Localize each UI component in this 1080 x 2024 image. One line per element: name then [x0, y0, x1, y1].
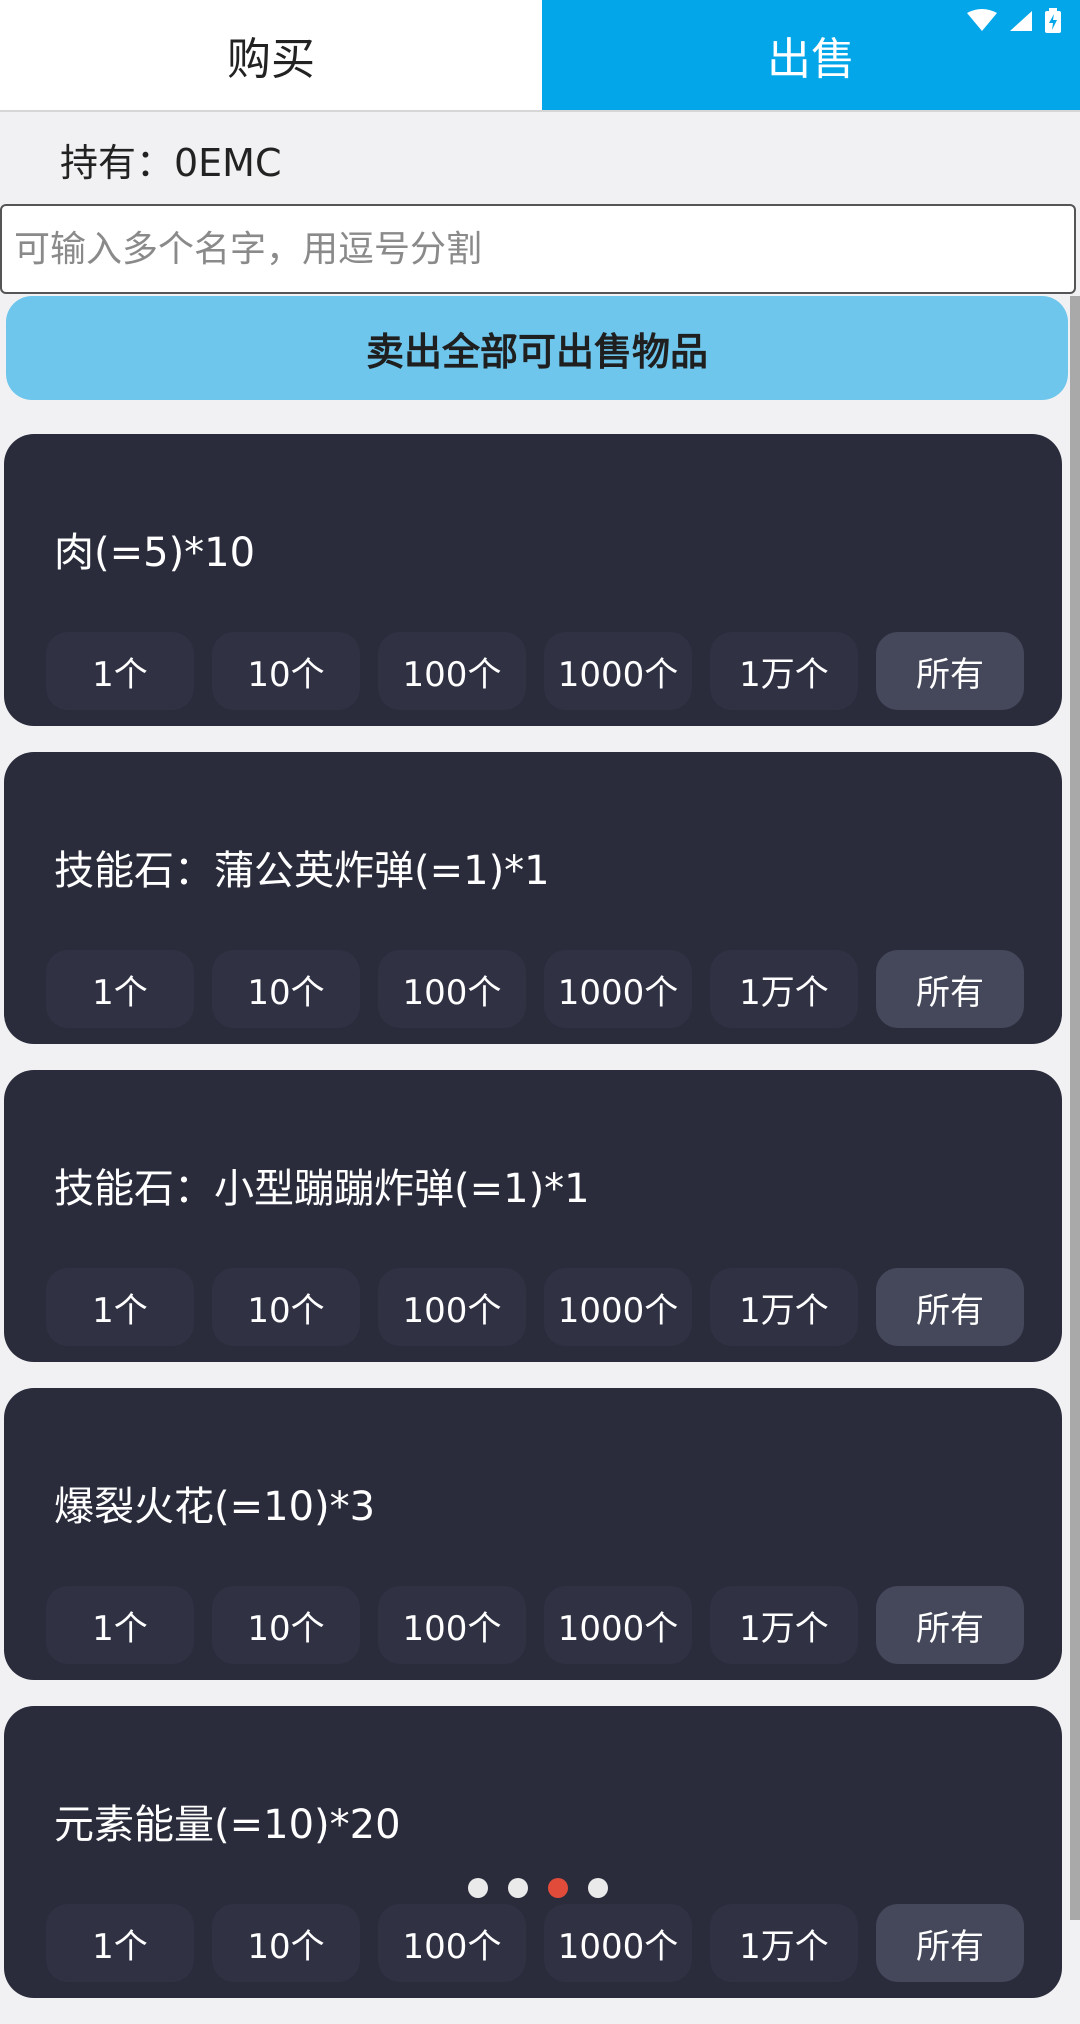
scrollbar[interactable] [1070, 296, 1080, 1920]
sell-quantity-button[interactable]: 1万个 [710, 632, 858, 710]
sell-quantity-button[interactable]: 100个 [378, 632, 526, 710]
tab-buy[interactable]: 购买 [0, 0, 542, 110]
sell-all-quantity-button[interactable]: 所有 [876, 632, 1024, 710]
sell-all-quantity-button[interactable]: 所有 [876, 1904, 1024, 1982]
signal-icon [1010, 11, 1032, 31]
sell-quantity-button[interactable]: 1万个 [710, 1904, 858, 1982]
sell-quantity-button[interactable]: 1万个 [710, 1586, 858, 1664]
item-card: 技能石：蒲公英炸弹(=1)*1 1个 10个 100个 1000个 1万个 所有 [4, 752, 1062, 1044]
sell-quantity-button[interactable]: 1万个 [710, 1268, 858, 1346]
page-dot[interactable] [588, 1878, 608, 1898]
sell-quantity-button[interactable]: 1个 [46, 1586, 194, 1664]
sell-quantity-button[interactable]: 1万个 [710, 950, 858, 1028]
quantity-button-row: 1个 10个 100个 1000个 1万个 所有 [46, 1586, 1024, 1664]
page-indicator [468, 1878, 608, 1898]
sell-all-button[interactable]: 卖出全部可出售物品 [6, 296, 1068, 400]
sell-quantity-button[interactable]: 10个 [212, 1268, 360, 1346]
sell-quantity-button[interactable]: 100个 [378, 950, 526, 1028]
sell-quantity-button[interactable]: 1000个 [544, 1904, 692, 1982]
sell-all-quantity-button[interactable]: 所有 [876, 1586, 1024, 1664]
sell-all-quantity-button[interactable]: 所有 [876, 1268, 1024, 1346]
item-card: 肉(=5)*10 1个 10个 100个 1000个 1万个 所有 [4, 434, 1062, 726]
page-dot[interactable] [468, 1878, 488, 1898]
sell-all-quantity-button[interactable]: 所有 [876, 950, 1024, 1028]
sell-quantity-button[interactable]: 1000个 [544, 632, 692, 710]
item-card: 爆裂火花(=10)*3 1个 10个 100个 1000个 1万个 所有 [4, 1388, 1062, 1680]
sell-quantity-button[interactable]: 10个 [212, 1904, 360, 1982]
page-dot[interactable] [508, 1878, 528, 1898]
sell-quantity-button[interactable]: 100个 [378, 1904, 526, 1982]
item-title: 技能石：小型蹦蹦炸弹(=1)*1 [54, 1166, 590, 1212]
item-title: 技能石：蒲公英炸弹(=1)*1 [54, 848, 550, 894]
sell-quantity-button[interactable]: 10个 [212, 632, 360, 710]
sell-quantity-button[interactable]: 10个 [212, 1586, 360, 1664]
sell-quantity-button[interactable]: 1000个 [544, 950, 692, 1028]
search-field[interactable] [0, 204, 1076, 294]
quantity-button-row: 1个 10个 100个 1000个 1万个 所有 [46, 1268, 1024, 1346]
wifi-icon [967, 9, 997, 31]
item-list: 肉(=5)*10 1个 10个 100个 1000个 1万个 所有 技能石：蒲公英炸弹(=1)… [4, 434, 1062, 2024]
search-input[interactable] [14, 206, 1074, 292]
sell-quantity-button[interactable]: 1个 [46, 632, 194, 710]
sell-quantity-button[interactable]: 100个 [378, 1268, 526, 1346]
quantity-button-row: 1个 10个 100个 1000个 1万个 所有 [46, 632, 1024, 710]
sell-quantity-button[interactable]: 1000个 [544, 1586, 692, 1664]
sell-quantity-button[interactable]: 1个 [46, 1268, 194, 1346]
sell-quantity-button[interactable]: 100个 [378, 1586, 526, 1664]
quantity-button-row: 1个 10个 100个 1000个 1万个 所有 [46, 1904, 1024, 1982]
page-dot[interactable] [548, 1878, 568, 1898]
sell-quantity-button[interactable]: 1000个 [544, 1268, 692, 1346]
tab-bar: 购买 出售 [0, 0, 1080, 112]
sell-quantity-button[interactable]: 1个 [46, 950, 194, 1028]
item-title: 爆裂火花(=10)*3 [54, 1484, 376, 1530]
battery-icon [1045, 8, 1061, 33]
sell-quantity-button[interactable]: 10个 [212, 950, 360, 1028]
item-title: 元素能量(=10)*20 [54, 1802, 401, 1848]
emc-balance: 持有：0EMC [60, 141, 282, 185]
quantity-button-row: 1个 10个 100个 1000个 1万个 所有 [46, 950, 1024, 1028]
item-title: 肉(=5)*10 [54, 530, 256, 576]
status-bar [966, 8, 1062, 34]
item-card: 元素能量(=10)*20 1个 10个 100个 1000个 1万个 所有 [4, 1706, 1062, 1998]
sell-quantity-button[interactable]: 1个 [46, 1904, 194, 1982]
item-card: 技能石：小型蹦蹦炸弹(=1)*1 1个 10个 100个 1000个 1万个 所有 [4, 1070, 1062, 1362]
